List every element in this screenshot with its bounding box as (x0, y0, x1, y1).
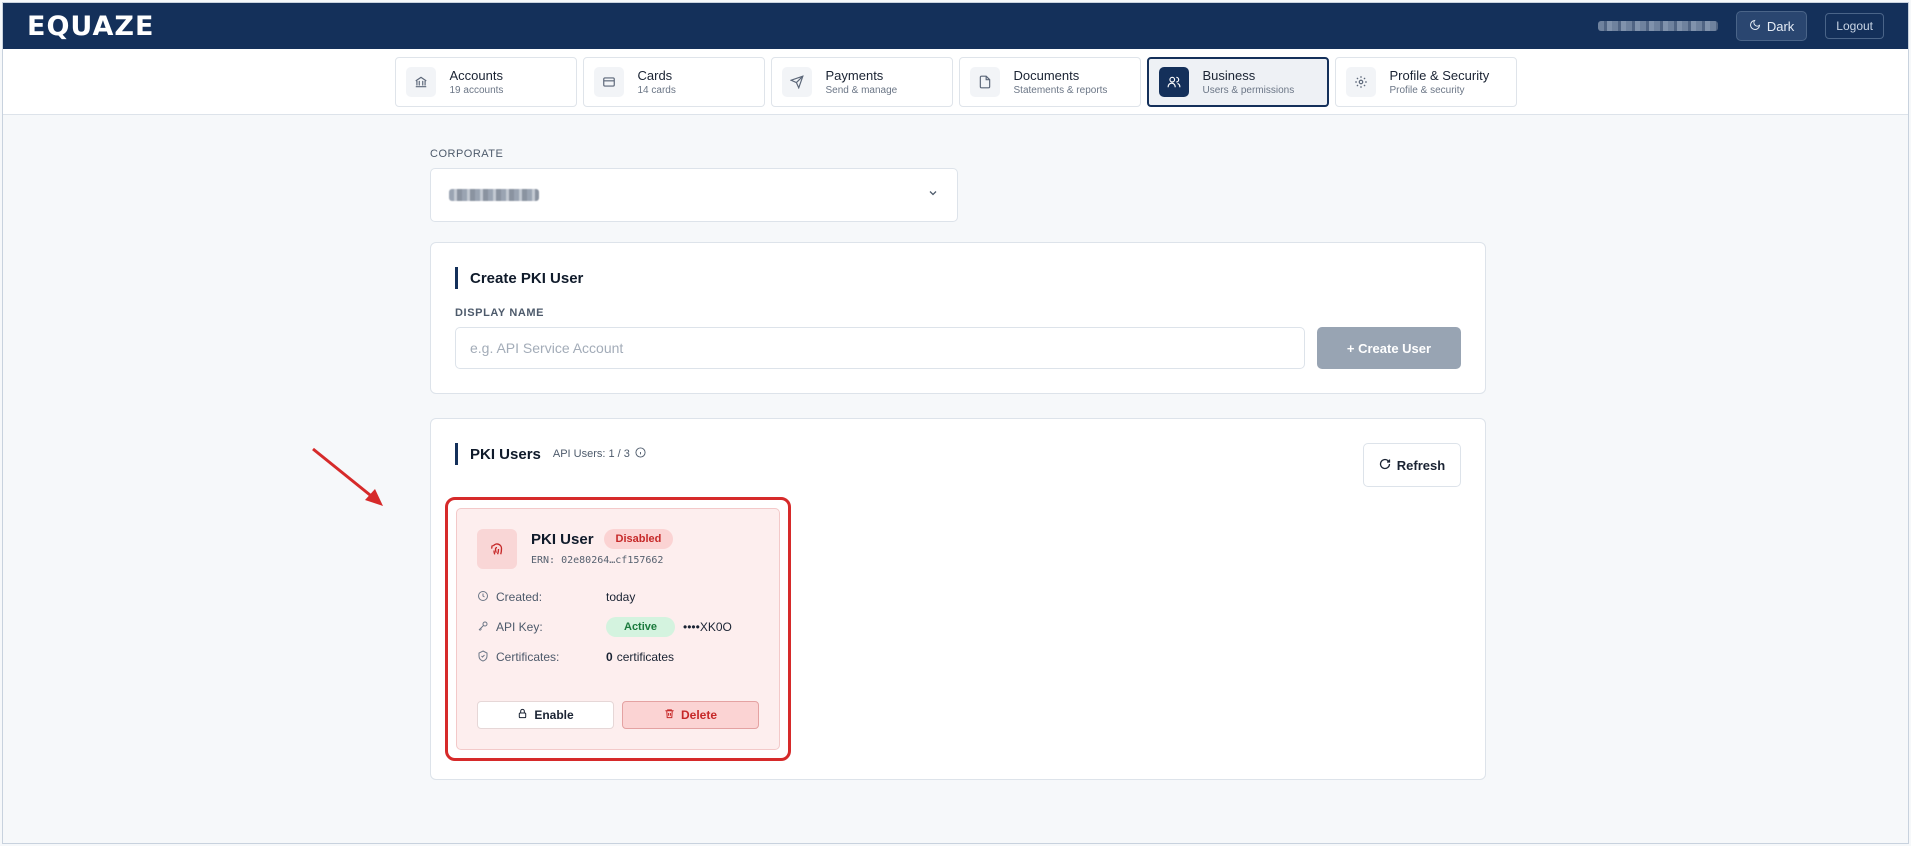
pki-users-card: PKI Users API Users: 1 / 3 Refresh PKI U… (430, 418, 1486, 780)
api-users-count: API Users: 1 / 3 (553, 447, 646, 461)
header-actions: Dark Logout (1597, 11, 1884, 41)
tab-label: Documents (1013, 67, 1080, 83)
tab-label: Business (1202, 67, 1256, 83)
section-title: Create PKI User (455, 267, 1461, 289)
tab-sublabel: Send & manage (825, 84, 898, 96)
tab-business[interactable]: Business Users & permissions (1146, 56, 1329, 107)
tab-label: Accounts (449, 67, 503, 83)
display-name-label: DISPLAY NAME (455, 307, 545, 319)
logo: EQUAZE (27, 10, 155, 42)
certificates-label: Certificates: (496, 650, 560, 664)
top-bar: EQUAZE Dark Logout (3, 3, 1908, 49)
chevron-down-icon (927, 186, 939, 204)
refresh-label: Refresh (1396, 457, 1446, 473)
main-content: CORPORATE Create PKI User DISPLAY NAME +… (430, 148, 1486, 780)
trash-icon (664, 708, 675, 722)
card-icon (593, 66, 624, 97)
enable-label: Enable (534, 708, 574, 722)
certificates-suffix: certificates (616, 650, 675, 664)
tab-documents[interactable]: Documents Statements & reports (958, 56, 1141, 107)
tab-payments[interactable]: Payments Send & manage (770, 56, 953, 107)
delete-button[interactable]: Delete (622, 701, 759, 729)
created-value: today (606, 590, 636, 604)
shield-icon (477, 649, 489, 665)
tab-sublabel: 14 cards (637, 84, 676, 96)
create-user-button[interactable]: + Create User (1317, 327, 1461, 369)
display-name-input[interactable] (455, 327, 1305, 369)
tab-label: Profile & Security (1389, 67, 1490, 83)
api-key-status-badge: Active (606, 617, 676, 637)
document-icon (969, 66, 1000, 97)
main-nav: Accounts 19 accounts Cards 14 cards Paym… (3, 49, 1908, 115)
moon-icon (1749, 19, 1761, 34)
fingerprint-icon (477, 529, 517, 569)
enable-button[interactable]: Enable (477, 701, 614, 729)
annotation-arrow (312, 447, 383, 506)
tab-sublabel: Statements & reports (1013, 84, 1108, 96)
info-icon[interactable] (635, 447, 646, 461)
certificates-row: Certificates: 0 certificates (477, 647, 759, 667)
bank-icon (405, 66, 436, 97)
dark-mode-button[interactable]: Dark (1735, 11, 1808, 41)
certificates-count: 0 (606, 650, 613, 664)
tab-profile-security[interactable]: Profile & Security Profile & security (1334, 56, 1517, 107)
refresh-icon (1379, 458, 1391, 473)
corporate-value-redacted (449, 189, 539, 201)
user-ern: ERN: 02e80264…cf157662 (531, 555, 664, 566)
tab-label: Cards (637, 67, 673, 83)
api-key-row: API Key: Active ••••XK0O (477, 617, 759, 637)
app-window: EQUAZE Dark Logout Accounts 19 accounts (2, 2, 1909, 844)
tab-sublabel: Profile & security (1389, 84, 1465, 96)
status-badge: Disabled (603, 529, 674, 549)
pki-user-card: PKI User Disabled ERN: 02e80264…cf157662 (456, 508, 780, 750)
logout-button[interactable]: Logout (1825, 13, 1884, 39)
tab-sublabel: 19 accounts (449, 84, 504, 96)
created-row: Created: today (477, 587, 759, 607)
tab-sublabel: Users & permissions (1202, 84, 1295, 96)
users-icon (1158, 66, 1189, 97)
tab-label: Payments (825, 67, 884, 83)
delete-label: Delete (680, 708, 718, 722)
create-pki-user-card: Create PKI User DISPLAY NAME + Create Us… (430, 242, 1486, 394)
created-label: Created: (496, 590, 543, 604)
user-email-redacted (1597, 21, 1718, 31)
section-title: PKI Users API Users: 1 / 3 (455, 443, 1461, 465)
user-name: PKI User (531, 530, 594, 548)
send-icon (781, 66, 812, 97)
annotation-highlight: PKI User Disabled ERN: 02e80264…cf157662 (445, 497, 791, 761)
refresh-button[interactable]: Refresh (1363, 443, 1461, 487)
create-title: Create PKI User (470, 269, 584, 287)
corporate-label: CORPORATE (430, 148, 504, 160)
tab-accounts[interactable]: Accounts 19 accounts (394, 56, 577, 107)
corporate-select[interactable] (430, 168, 958, 222)
api-users-count-text: API Users: 1 / 3 (552, 448, 630, 460)
lock-icon (517, 708, 528, 722)
clock-icon (477, 590, 489, 605)
pki-users-title: PKI Users (470, 445, 541, 463)
tab-cards[interactable]: Cards 14 cards (582, 56, 765, 107)
api-key-masked: ••••XK0O (683, 620, 732, 634)
gear-icon (1345, 66, 1376, 97)
key-icon (477, 620, 489, 635)
api-key-label: API Key: (496, 620, 543, 634)
dark-mode-label: Dark (1766, 18, 1795, 34)
